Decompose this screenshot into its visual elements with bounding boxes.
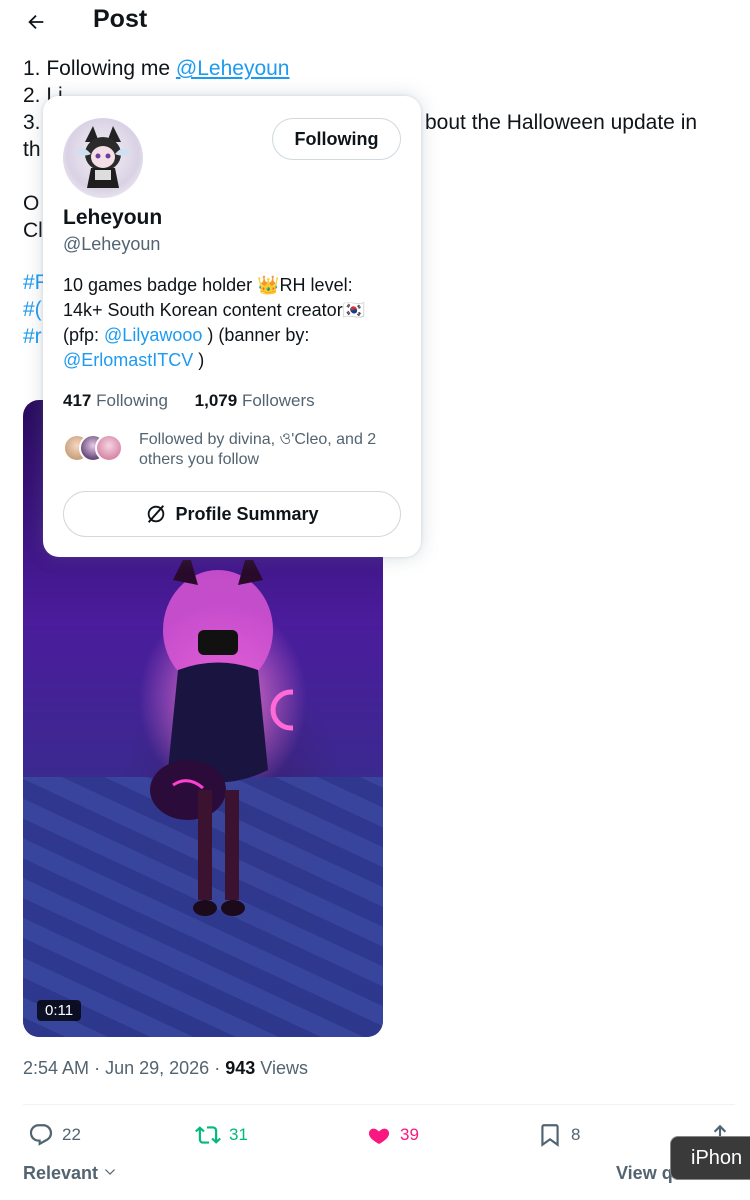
retweet-icon (195, 1126, 221, 1144)
profile-handle[interactable]: @Leheyoun (63, 234, 160, 255)
chevron-down-icon (105, 1169, 116, 1175)
hashtag-3-text[interactable]: #r (23, 325, 42, 348)
post-header: Post (0, 0, 750, 48)
mention-lilyawooo-link[interactable]: @Lilyawooo (104, 325, 202, 345)
bio-line-1: 10 games badge holder 👑RH level: (63, 275, 353, 295)
like-button[interactable]: 39 (366, 1118, 419, 1152)
bio-line-3-suffix: ) (banner by: (202, 325, 310, 345)
page-title: Post (93, 5, 148, 33)
tweet-line-6-text: Cl (23, 219, 43, 242)
tweet-line-1-text: 1. Following me (23, 57, 176, 80)
reply-icon (29, 1124, 53, 1146)
reply-count: 22 (62, 1125, 81, 1144)
profile-summary-label: Profile Summary (175, 503, 319, 524)
tweet-line-5-text: O (23, 192, 40, 215)
sort-dropdown[interactable]: Relevant (23, 1163, 117, 1184)
tweet-line-3-prefix: 3. (23, 111, 41, 134)
following-count: 417 (63, 391, 92, 410)
bio-line-4-suffix: ) (193, 350, 205, 370)
profile-name[interactable]: Leheyoun (63, 206, 162, 230)
bio-line-3-prefix: (pfp: (63, 325, 105, 345)
followed-by-text[interactable]: Followed by divina, ও'Cleo, and 2 others… (139, 430, 399, 470)
followers-count: 1,079 (194, 391, 238, 410)
meta-separator: · (94, 1058, 101, 1078)
avatar-character-icon (75, 126, 131, 188)
following-label: Following (96, 391, 168, 410)
video-duration-badge: 0:11 (37, 1000, 82, 1021)
mutual-follower-avatars[interactable] (63, 434, 125, 464)
tweet-line-4-text: th (23, 138, 41, 161)
bookmark-button[interactable]: 8 (537, 1118, 580, 1152)
heart-icon (368, 1128, 390, 1145)
bookmark-count: 8 (571, 1125, 581, 1144)
tweet-line-1: 1. Following me @Leheyoun (23, 55, 723, 82)
divider (23, 1104, 735, 1105)
iphone-overlay-badge: iPhon (670, 1136, 750, 1180)
profile-stats: 417 Following 1,079 Followers (63, 391, 337, 411)
retweet-button[interactable]: 31 (195, 1118, 248, 1152)
mention-leheyoun-link[interactable]: @Leheyoun (176, 57, 290, 80)
tweet-line-3-rest: bout the Halloween update in (425, 111, 698, 134)
back-arrow-icon[interactable] (20, 6, 52, 38)
followers-label: Followers (241, 391, 315, 410)
reply-button[interactable]: 22 (28, 1118, 81, 1152)
views-label: Views (260, 1058, 308, 1078)
followers-stat[interactable]: 1,079 Followers (195, 391, 315, 411)
following-stat[interactable]: 417 Following (63, 391, 168, 411)
profile-hover-card: Following Leheyoun @Leheyoun 10 games ba… (43, 96, 421, 557)
sort-label: Relevant (23, 1163, 99, 1183)
retweet-count: 31 (229, 1125, 248, 1144)
post-date[interactable]: Jun 29, 2026 (105, 1058, 209, 1078)
like-count: 39 (400, 1125, 419, 1144)
hashtag-2-text[interactable]: #( (23, 298, 42, 321)
bookmark-icon (541, 1124, 559, 1147)
post-time[interactable]: 2:54 AM (23, 1058, 89, 1078)
bio-line-4: @ErlomastITCV ) (63, 348, 403, 373)
profile-bio: 10 games badge holder 👑RH level: 14k+ So… (63, 273, 403, 373)
bio-line-3: (pfp: @Lilyawooo ) (banner by: (63, 323, 403, 348)
profile-summary-button[interactable]: Profile Summary (63, 491, 401, 537)
bio-line-2: 14k+ South Korean content creator🇰🇷 (63, 300, 366, 320)
mention-erlomastitcv-link[interactable]: @ErlomastITCV (63, 350, 193, 370)
grok-icon (148, 505, 165, 523)
view-quotes-link[interactable]: View q (616, 1163, 673, 1184)
profile-avatar[interactable] (63, 118, 143, 198)
views-count: 943 (225, 1058, 256, 1078)
replies-sort-row: Relevant View q (23, 1160, 735, 1190)
following-button[interactable]: Following (272, 118, 401, 160)
action-bar: 22 31 39 8 (23, 1118, 735, 1152)
mutual-avatar (95, 434, 123, 462)
meta-separator: · (214, 1058, 221, 1078)
post-meta: 2:54 AM · Jun 29, 2026 · 943 Views (23, 1058, 308, 1079)
video-character-figure (150, 560, 293, 916)
